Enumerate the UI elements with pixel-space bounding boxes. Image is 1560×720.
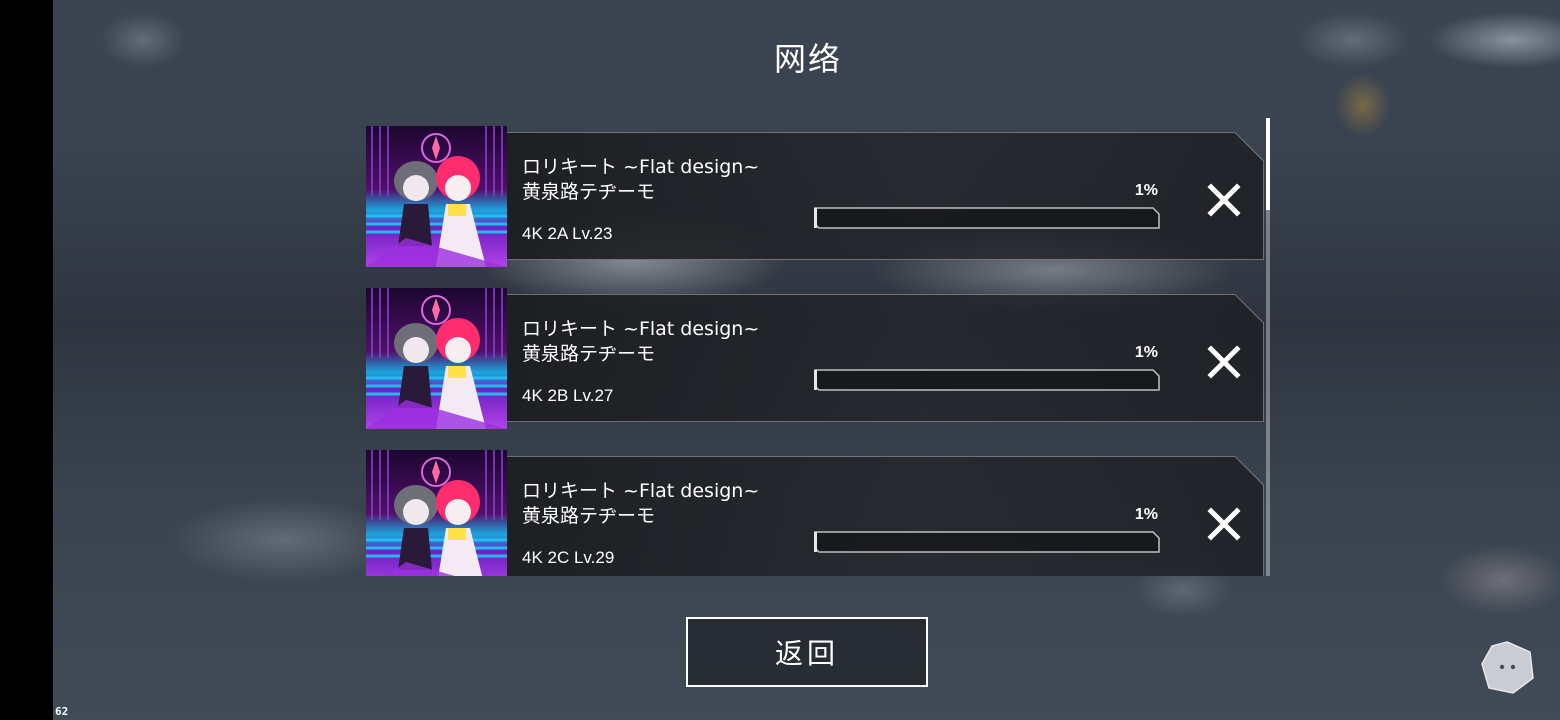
download-progress-fill [814, 370, 817, 390]
download-item: ロリキート ~Flat design~ 黄泉路テヂーモ 4K 2B Lv.27 … [362, 280, 1266, 429]
download-item: ロリキート ~Flat design~ 黄泉路テヂーモ 4K 2A Lv.23 … [362, 118, 1266, 267]
page-title: 网络 [773, 40, 842, 78]
chart-info: 4K 2C Lv.29 [522, 548, 615, 567]
back-button[interactable]: 返回 [686, 617, 928, 687]
close-icon [1207, 345, 1241, 379]
download-progress-fill [814, 532, 817, 552]
left-letterbox [0, 0, 53, 720]
song-artist: 黄泉路テヂーモ [522, 343, 656, 365]
floating-assistant-button[interactable] [1480, 640, 1535, 695]
close-icon [1207, 183, 1241, 217]
cancel-download-button[interactable] [1204, 180, 1244, 220]
chart-info: 4K 2B Lv.27 [522, 386, 614, 405]
download-progress-bar [814, 531, 1160, 553]
download-list[interactable]: ロリキート ~Flat design~ 黄泉路テヂーモ 4K 2A Lv.23 … [362, 118, 1268, 576]
chart-info: 4K 2A Lv.23 [522, 224, 613, 243]
song-cover-art [366, 288, 507, 429]
game-screen: 网络 ロリキート ~Flat design~ 黄泉路テヂーモ 4K 2A Lv.… [0, 0, 1560, 720]
song-title: ロリキート ~Flat design~ [522, 318, 760, 340]
song-artist: 黄泉路テヂーモ [522, 181, 656, 203]
progress-percent: 1% [1134, 344, 1158, 361]
fps-counter: 62 [55, 705, 69, 718]
cancel-download-button[interactable] [1204, 504, 1244, 544]
song-cover-art [366, 126, 507, 267]
download-progress-bar [814, 207, 1160, 229]
download-item: ロリキート ~Flat design~ 黄泉路テヂーモ 4K 2C Lv.29 … [362, 442, 1266, 576]
cancel-download-button[interactable] [1204, 342, 1244, 382]
progress-percent: 1% [1134, 182, 1158, 199]
song-artist: 黄泉路テヂーモ [522, 505, 656, 527]
progress-percent: 1% [1134, 506, 1158, 523]
song-title: ロリキート ~Flat design~ [522, 480, 760, 502]
download-progress-fill [814, 208, 817, 228]
chat-bubble-icon [1481, 641, 1534, 694]
close-icon [1207, 507, 1241, 541]
list-scrollbar-thumb[interactable] [1266, 118, 1270, 210]
song-cover-art [366, 450, 507, 576]
download-progress-bar [814, 369, 1160, 391]
song-title: ロリキート ~Flat design~ [522, 156, 760, 178]
